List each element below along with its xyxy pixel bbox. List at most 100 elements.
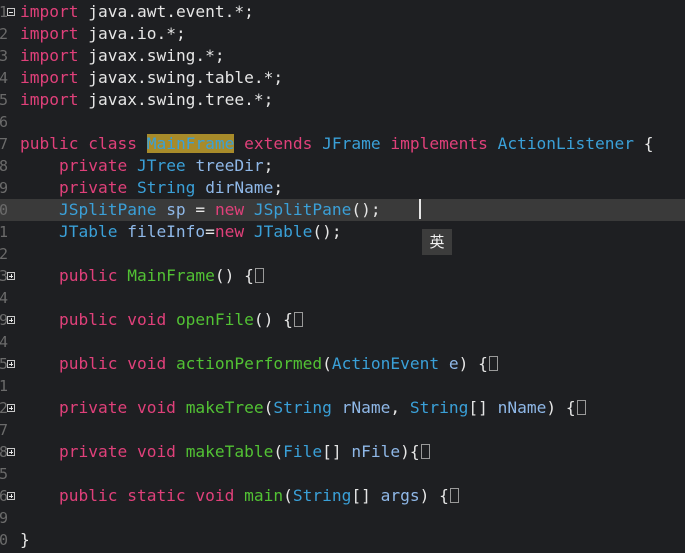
collapsed-block-icon[interactable]: [420, 444, 430, 459]
collapsed-block-icon[interactable]: [576, 400, 586, 415]
code-token: implements: [390, 134, 498, 153]
code-line[interactable]: 38 private void makeTable(File[] nFile){: [0, 441, 685, 463]
code-line[interactable]: 5 import javax.swing.tree.*;: [0, 89, 685, 111]
code-token: JFrame: [322, 134, 391, 153]
code-token: e: [448, 354, 459, 373]
code-token: import: [20, 2, 79, 21]
code-token: ) {: [546, 398, 576, 417]
code-token: private void: [20, 442, 186, 461]
code-line[interactable]: 10 JSplitPane sp = new JSplitPane();: [0, 199, 685, 221]
code-text: public MainFrame() {: [20, 265, 264, 287]
code-line[interactable]: 6: [0, 111, 685, 133]
collapsed-block-icon[interactable]: [449, 488, 459, 503]
code-line[interactable]: 7 public class MainFrame extends JFrame i…: [0, 133, 685, 155]
code-token: public: [20, 266, 128, 285]
code-token: String: [409, 398, 469, 417]
code-token: public static void: [20, 486, 245, 505]
line-number: 14: [0, 289, 8, 307]
collapsed-block-icon[interactable]: [488, 356, 498, 371]
code-token: new: [214, 222, 254, 241]
code-token: public void: [20, 354, 176, 373]
code-line[interactable]: 19 public void openFile() {: [0, 309, 685, 331]
code-token: rName: [341, 398, 391, 417]
code-line[interactable]: 4 import javax.swing.table.*;: [0, 67, 685, 89]
code-token: sp: [166, 200, 186, 219]
code-token: ,: [390, 398, 410, 417]
code-token: import: [20, 46, 79, 65]
fold-collapse-icon[interactable]: [7, 8, 15, 16]
fold-expand-icon[interactable]: [7, 404, 15, 412]
code-token: openFile: [175, 310, 254, 329]
code-line[interactable]: 2 import java.io.*;: [0, 23, 685, 45]
code-text: import java.io.*;: [20, 23, 186, 45]
collapsed-block-icon[interactable]: [254, 268, 264, 283]
code-token: ActionEvent: [331, 354, 449, 373]
code-token: args: [380, 486, 420, 505]
code-text: private String dirName;: [20, 177, 283, 199]
code-token: (: [263, 398, 274, 417]
code-line[interactable]: 45: [0, 463, 685, 485]
code-token: private: [20, 156, 137, 175]
code-line[interactable]: 12: [0, 243, 685, 265]
code-token: String: [273, 398, 342, 417]
fold-expand-icon[interactable]: [7, 448, 15, 456]
code-editor[interactable]: 1 import java.awt.event.*; 2 import java.io…: [0, 0, 685, 553]
line-number: 37: [0, 421, 8, 439]
code-line[interactable]: 14: [0, 287, 685, 309]
code-token: java.awt.event.*;: [78, 2, 254, 21]
code-token: {: [634, 134, 654, 153]
code-line[interactable]: 60}: [0, 529, 685, 551]
code-token: ) {: [458, 354, 488, 373]
code-token: String: [136, 178, 206, 197]
code-line[interactable]: 31: [0, 375, 685, 397]
code-line[interactable]: 32 private void makeTree(String rName, S…: [0, 397, 685, 419]
code-token: makeTree: [185, 398, 264, 417]
code-token: public class: [20, 134, 147, 153]
line-number: 59: [0, 509, 8, 527]
code-line[interactable]: 37: [0, 419, 685, 441]
fold-expand-icon[interactable]: [7, 360, 15, 368]
text-cursor: [419, 199, 421, 219]
code-token: () {: [214, 266, 254, 285]
code-token: JTree: [136, 156, 196, 175]
code-token: JSplitPane: [20, 200, 167, 219]
fold-expand-icon[interactable]: [7, 492, 15, 500]
code-token: main: [244, 486, 284, 505]
code-token: ){: [400, 442, 420, 461]
fold-expand-icon[interactable]: [7, 316, 15, 324]
code-text: private JTree treeDir;: [20, 155, 273, 177]
code-text: JSplitPane sp = new JSplitPane();: [20, 199, 381, 221]
code-line[interactable]: 24: [0, 331, 685, 353]
code-token: []: [322, 442, 352, 461]
code-line[interactable]: 9 private String dirName;: [0, 177, 685, 199]
code-line[interactable]: 46 public static void main(String[] args…: [0, 485, 685, 507]
code-line[interactable]: 3 import javax.swing.*;: [0, 45, 685, 67]
code-text: private void makeTable(File[] nFile){: [20, 441, 430, 463]
code-line[interactable]: 1 import java.awt.event.*;: [0, 1, 685, 23]
code-text: }: [20, 529, 30, 551]
collapsed-block-icon[interactable]: [293, 312, 303, 327]
code-token: (: [322, 354, 332, 373]
code-line[interactable]: 25 public void actionPerformed(ActionEve…: [0, 353, 685, 375]
code-text: public void openFile() {: [20, 309, 303, 331]
line-number: 24: [0, 333, 8, 351]
code-line[interactable]: 13 public MainFrame() {: [0, 265, 685, 287]
code-token: private void: [20, 398, 186, 417]
code-token: ();: [312, 222, 342, 241]
line-number: 10: [0, 201, 8, 219]
code-line[interactable]: 59: [0, 507, 685, 529]
ime-language-indicator: 英: [422, 229, 452, 255]
fold-expand-icon[interactable]: [7, 272, 15, 280]
code-token: java.io.*;: [78, 24, 186, 43]
code-token: javax.swing.table.*;: [78, 68, 284, 87]
code-token: new: [214, 200, 254, 219]
line-number: 60: [0, 531, 8, 549]
line-number: 11: [0, 223, 8, 241]
code-line[interactable]: 8 private JTree treeDir;: [0, 155, 685, 177]
code-token: extends: [244, 134, 323, 153]
code-token: (: [273, 442, 284, 461]
line-number: 3: [0, 47, 8, 65]
code-token: ();: [351, 200, 381, 219]
code-line[interactable]: 11 JTable fileInfo=new JTable();: [0, 221, 685, 243]
highlighted-token: MainFrame: [146, 134, 235, 153]
